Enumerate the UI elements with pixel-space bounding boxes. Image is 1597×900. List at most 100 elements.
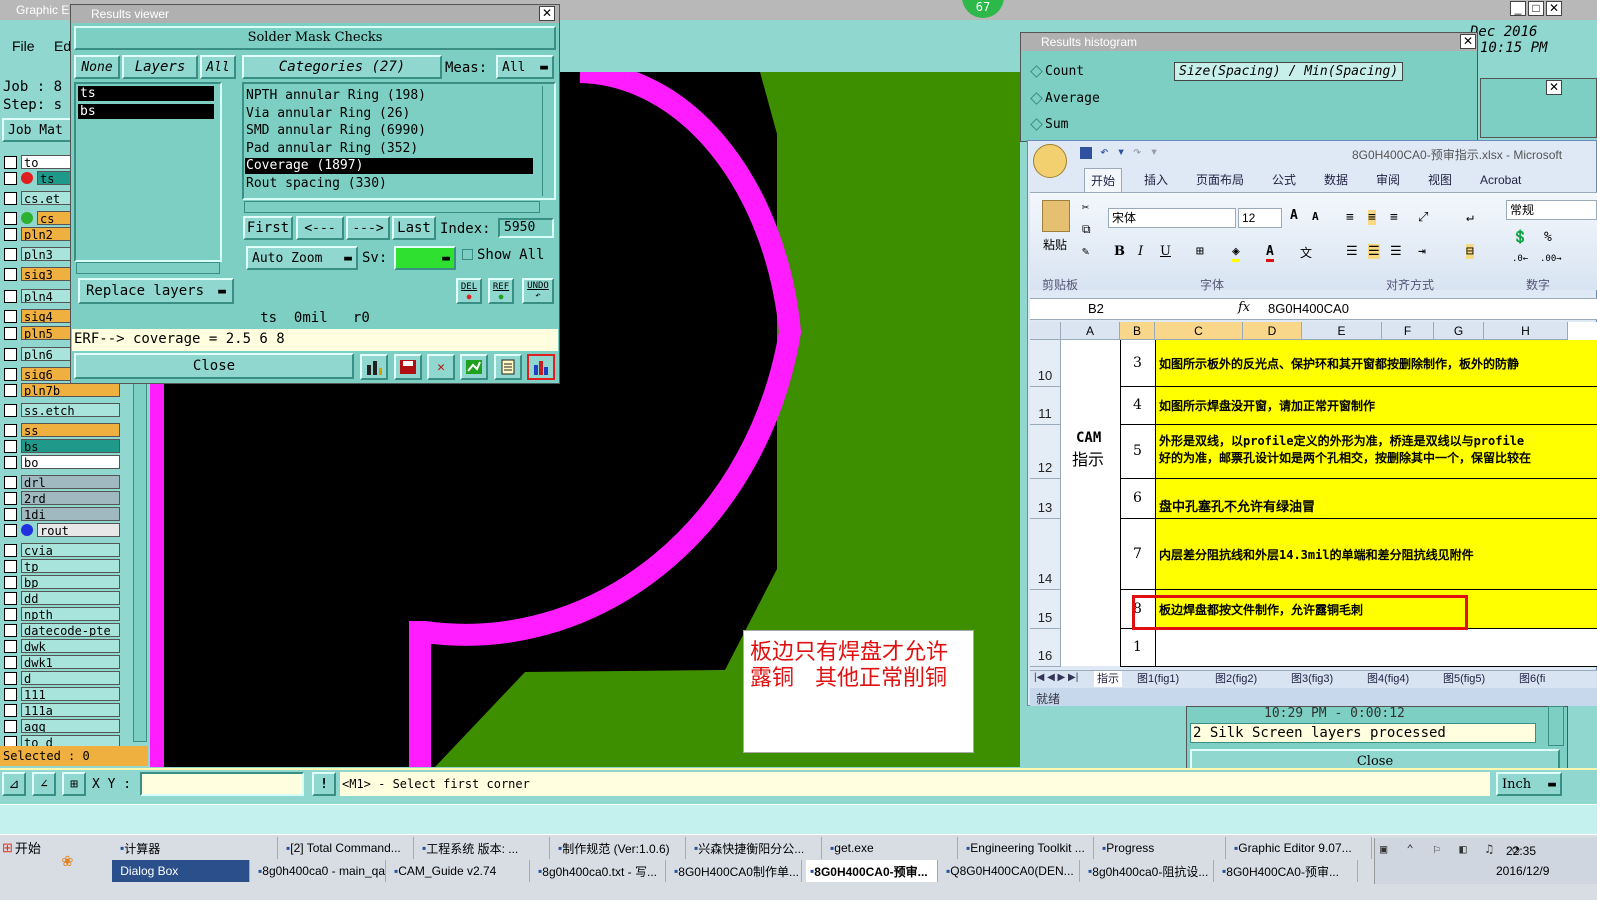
graph-icon[interactable] [460, 354, 488, 380]
row-number[interactable]: 10 [1029, 368, 1061, 383]
ref-button[interactable]: REF ● [488, 278, 514, 304]
job-matrix-button[interactable]: Job Mat [2, 118, 72, 142]
layer-row[interactable]: dd [4, 590, 120, 606]
increase-decimal-icon[interactable]: .0← [1512, 254, 1528, 264]
layer-name[interactable]: 111 [21, 687, 120, 701]
save-icon[interactable] [394, 354, 422, 380]
layer-checkbox[interactable] [4, 367, 17, 381]
category-item[interactable]: Via annular Ring (26) [245, 106, 533, 122]
xy-input[interactable] [140, 772, 304, 796]
report-icon[interactable] [494, 354, 522, 380]
quick-access-save-icon[interactable] [1080, 147, 1092, 159]
layer-row[interactable]: 111a [4, 702, 120, 718]
del-button[interactable]: DEL ● [456, 278, 482, 304]
layer-checkbox[interactable] [4, 719, 17, 733]
paste-icon[interactable] [1042, 200, 1070, 232]
cell-b[interactable]: 4 [1120, 397, 1155, 413]
layer-row[interactable]: bs [4, 438, 120, 454]
first-button[interactable]: First [243, 216, 293, 240]
layer-checkbox[interactable] [4, 543, 17, 557]
select-all-corner[interactable] [1030, 322, 1061, 340]
layer-row[interactable]: tp [4, 558, 120, 574]
layer-row[interactable]: datecode-pte [4, 622, 120, 638]
taskbar-item[interactable]: ▪ 8g0h400ca0-阻抗设... [1084, 860, 1214, 882]
ribbon-tab[interactable]: 视图 [1422, 168, 1458, 192]
quicklaunch-icon[interactable]: ❀ [62, 850, 73, 871]
merge-icon[interactable]: ⊟ [1466, 244, 1474, 259]
layer-row[interactable]: bp [4, 574, 120, 590]
border-icon[interactable]: ⊞ [1196, 244, 1204, 259]
taskbar-item[interactable]: ▪ 工程系统 版本: ... [418, 837, 550, 859]
decrease-decimal-icon[interactable]: .00→ [1540, 254, 1562, 264]
taskbar-item[interactable]: ▪ Graphic Editor 9.07... [1230, 837, 1372, 859]
ribbon-tab[interactable]: 开始 [1084, 168, 1123, 192]
layer-row[interactable]: pln7b [4, 382, 120, 398]
taskbar-item[interactable]: ▪ Progress [1098, 837, 1226, 859]
taskbar-item[interactable]: ▪ CAM_Guide v2.74 [390, 860, 530, 882]
undo-icon[interactable]: ↶ ▾ [1100, 144, 1125, 160]
cell-b[interactable]: 1 [1120, 639, 1155, 655]
category-item[interactable]: Pad annular Ring (352) [245, 141, 533, 157]
column-header[interactable]: H [1484, 322, 1568, 340]
measure-icon[interactable]: ∠ [32, 772, 56, 796]
layer-checkbox[interactable] [4, 247, 17, 261]
fx-icon[interactable]: fx [1238, 300, 1250, 315]
layer-checkbox[interactable] [4, 423, 17, 437]
histogram-close-icon[interactable]: ✕ [1460, 34, 1476, 49]
replace-layers-dropdown[interactable]: Replace layers ▬ [78, 278, 234, 304]
layer-checkbox[interactable] [4, 155, 17, 169]
category-hscroll[interactable] [244, 201, 540, 213]
layer-row[interactable]: npth [4, 606, 120, 622]
column-header[interactable]: B [1120, 322, 1155, 340]
currency-icon[interactable]: 💲 [1512, 230, 1528, 245]
layer-checkbox[interactable] [4, 191, 17, 205]
layer-row[interactable]: dwk1 [4, 654, 120, 670]
layer-row[interactable]: drl [4, 474, 120, 490]
shrink-font-icon[interactable]: A [1312, 210, 1319, 223]
layer-name[interactable]: rout [37, 523, 120, 537]
taskbar-item[interactable]: ▪ 8G0H400CA0制作单... [670, 860, 802, 882]
layer-checkbox[interactable] [4, 475, 17, 489]
layer-row[interactable]: 111 [4, 686, 120, 702]
layer-checkbox[interactable] [4, 309, 17, 323]
cell-c-line2[interactable]: 好的为准，邮票孔设计如是两个孔相交，按删除其中一个，保留比较在 [1159, 449, 1597, 466]
taskbar-item[interactable]: ▪ Dialog Box [112, 860, 250, 882]
layer-name[interactable]: tp [21, 559, 120, 573]
layer-checkbox[interactable] [4, 703, 17, 717]
cell-c[interactable]: 盘中孔塞孔不允许有绿油冒 [1159, 496, 1597, 515]
row-number[interactable]: 12 [1029, 460, 1061, 475]
sheet-tab[interactable]: 图4(fig4) [1364, 671, 1412, 687]
phonetic-icon[interactable]: 文 [1300, 244, 1312, 261]
second-close-icon[interactable]: ✕ [1546, 80, 1562, 95]
ribbon-tab[interactable]: 公式 [1266, 168, 1302, 192]
layer-name[interactable]: 111a [21, 703, 120, 717]
taskbar-item[interactable]: ▪ 8G0H400CA0-预审... [806, 860, 938, 882]
office-button[interactable] [1033, 144, 1067, 178]
taskbar-item[interactable]: ▪ get.exe [826, 837, 958, 859]
orientation-icon[interactable]: ⤢ [1418, 210, 1428, 225]
layer-name[interactable]: pln7b [21, 383, 120, 397]
column-header[interactable]: D [1243, 322, 1302, 340]
layer-name[interactable]: bp [21, 575, 120, 589]
taskbar-item[interactable]: ▪ [2] Total Command... [282, 837, 414, 859]
show-all-checkbox[interactable] [462, 249, 473, 260]
layer-name[interactable]: aqq [21, 719, 120, 733]
formula-input[interactable]: 8G0H400CA0 [1268, 301, 1349, 316]
redo-icon[interactable]: ↷ ▾ [1133, 144, 1158, 160]
font-color-icon[interactable]: A [1266, 244, 1274, 262]
layer-checkbox[interactable] [4, 591, 17, 605]
align-bottom-icon[interactable]: ≡ [1390, 210, 1398, 225]
sheet-tab[interactable]: 指示 [1094, 671, 1122, 687]
column-header[interactable]: F [1382, 322, 1434, 340]
close-icon[interactable]: ✕ [1546, 1, 1562, 16]
draw-icon[interactable]: ⊿ [2, 772, 26, 796]
taskbar-item[interactable]: ▪ 8g0h400ca0.txt - 写... [534, 860, 666, 882]
indent-icon[interactable]: ⇥ [1418, 244, 1426, 259]
sheet-tab[interactable]: 图6(fi [1516, 671, 1548, 687]
categories-button[interactable]: Categories (27) [242, 55, 442, 79]
row-number[interactable]: 11 [1029, 406, 1061, 421]
layer-checkbox[interactable] [4, 639, 17, 653]
row-number[interactable]: 16 [1029, 648, 1061, 663]
delete-icon[interactable]: ✕ [427, 354, 455, 380]
menu-file[interactable]: File [12, 38, 35, 54]
